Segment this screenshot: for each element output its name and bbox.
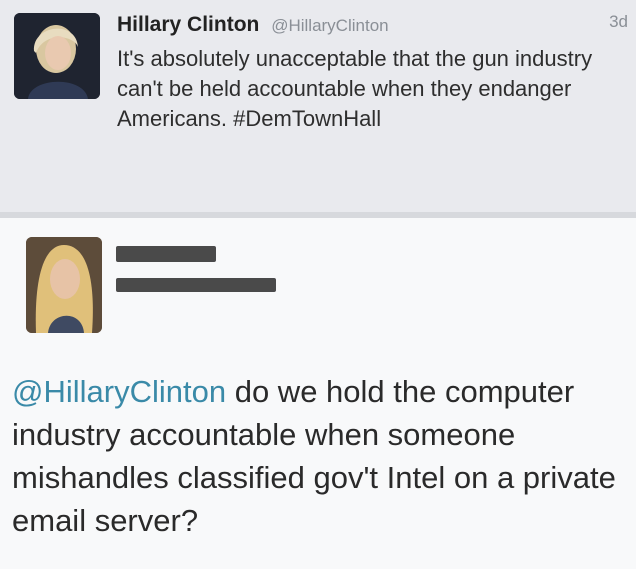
reply-avatar-image [26, 237, 102, 333]
top-tweet-header: Hillary Clinton @HillaryClinton [117, 10, 627, 40]
author-handle[interactable]: @HillaryClinton [271, 16, 388, 35]
redacted-name [116, 246, 216, 262]
reply-mention-link[interactable]: @HillaryClinton [12, 374, 226, 409]
reply-avatar[interactable] [26, 237, 102, 333]
redacted-handle [116, 278, 276, 292]
hillary-avatar-image [14, 13, 100, 99]
top-tweet-text: It's absolutely unacceptable that the gu… [117, 46, 593, 131]
hillary-avatar[interactable] [14, 13, 100, 99]
author-name[interactable]: Hillary Clinton [117, 13, 259, 36]
tweet-timestamp[interactable]: 3d [609, 12, 628, 32]
reply-tweet-text: @HillaryClinton do we hold the computer … [12, 370, 632, 542]
